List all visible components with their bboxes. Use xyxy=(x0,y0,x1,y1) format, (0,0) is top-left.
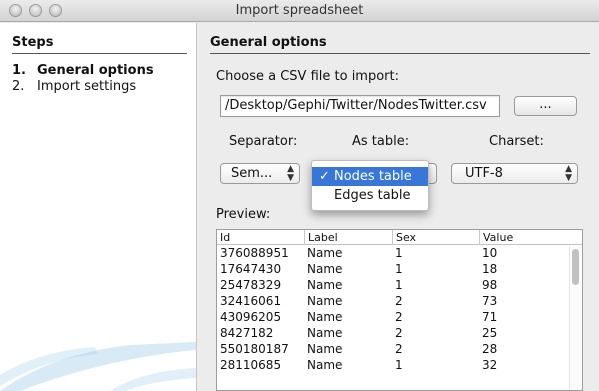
steps-heading: Steps xyxy=(12,35,54,50)
file-path-field[interactable]: /Desktop/Gephi/Twitter/NodesTwitter.csv xyxy=(220,95,500,117)
cell-sex: 2 xyxy=(395,342,403,356)
title-bar: Import spreadsheet xyxy=(0,0,599,22)
cell-label: Name xyxy=(307,262,343,276)
cell-id: 17647430 xyxy=(220,262,282,276)
column-header-label[interactable]: Label xyxy=(304,230,392,245)
cell-id: 25478329 xyxy=(220,278,282,292)
cell-value: 73 xyxy=(482,294,498,308)
scrollbar-thumb[interactable] xyxy=(572,249,579,285)
table-body: 376088951 Name 1 10 17647430 Name 1 18 2… xyxy=(217,245,582,373)
separator-value: Sem... xyxy=(231,166,273,181)
column-header-value[interactable]: Value xyxy=(479,230,571,245)
cell-value: 25 xyxy=(482,326,498,340)
general-options-divider xyxy=(210,53,590,54)
step-label: Import settings xyxy=(37,79,137,94)
cell-sex: 1 xyxy=(395,262,403,276)
column-header-sex[interactable]: Sex xyxy=(392,230,479,245)
cell-sex: 2 xyxy=(395,310,403,324)
checkmark-icon: ✓ xyxy=(319,169,330,184)
cell-sex: 1 xyxy=(395,358,403,372)
cell-label: Name xyxy=(307,326,343,340)
cell-id: 43096205 xyxy=(220,310,282,324)
menu-item-label: Nodes table xyxy=(334,169,412,184)
menu-item-label: Edges table xyxy=(334,188,411,203)
cell-label: Name xyxy=(307,310,343,324)
cell-label: Name xyxy=(307,342,343,356)
menu-item-edges-table[interactable]: Edges table xyxy=(312,186,428,205)
table-row[interactable]: 550180187 Name 2 28 xyxy=(217,341,582,357)
cell-id: 32416061 xyxy=(220,294,282,308)
cell-value: 10 xyxy=(482,246,498,260)
step-label: General options xyxy=(37,63,154,78)
cell-label: Name xyxy=(307,358,343,372)
table-row[interactable]: 28110685 Name 1 32 xyxy=(217,357,582,373)
preview-table[interactable]: Id Label Sex Value 376088951 Name 1 10 1… xyxy=(216,229,583,391)
menu-item-nodes-table[interactable]: ✓ Nodes table xyxy=(312,167,428,186)
cell-label: Name xyxy=(307,246,343,260)
table-row[interactable]: 8427182 Name 2 25 xyxy=(217,325,582,341)
cell-value: 28 xyxy=(482,342,498,356)
table-row[interactable]: 32416061 Name 2 73 xyxy=(217,293,582,309)
charset-label: Charset: xyxy=(489,134,544,149)
cell-sex: 2 xyxy=(395,294,403,308)
step-item-import-settings: 2. Import settings xyxy=(12,79,136,94)
steps-divider xyxy=(12,53,187,54)
cell-sex: 1 xyxy=(395,246,403,260)
cell-label: Name xyxy=(307,278,343,292)
table-row[interactable]: 43096205 Name 2 71 xyxy=(217,309,582,325)
as-table-dropdown-menu: ✓ Nodes table Edges table xyxy=(311,160,429,211)
column-header-id[interactable]: Id xyxy=(217,230,304,245)
preview-label: Preview: xyxy=(216,207,271,222)
vertical-scrollbar[interactable] xyxy=(569,246,581,390)
window-title: Import spreadsheet xyxy=(235,3,364,18)
cell-id: 376088951 xyxy=(220,246,289,260)
separator-label: Separator: xyxy=(229,134,298,149)
cell-value: 18 xyxy=(482,262,498,276)
general-options-heading: General options xyxy=(210,35,327,50)
wizard-decoration-graphic xyxy=(0,342,196,391)
steps-panel: Steps 1. General options 2. Import setting… xyxy=(0,23,196,391)
cell-value: 32 xyxy=(482,358,498,372)
cell-id: 550180187 xyxy=(220,342,289,356)
table-row[interactable]: 376088951 Name 1 10 xyxy=(217,245,582,261)
panel-divider xyxy=(196,23,197,391)
cell-sex: 2 xyxy=(395,326,403,340)
table-row[interactable]: 17647430 Name 1 18 xyxy=(217,261,582,277)
cell-id: 8427182 xyxy=(220,326,274,340)
table-header: Id Label Sex Value xyxy=(217,230,582,245)
select-arrows-icon: ▲ ▼ xyxy=(565,164,572,183)
step-number: 2. xyxy=(12,79,25,94)
charset-select[interactable]: UTF-8 ▲ ▼ xyxy=(451,163,578,184)
charset-value: UTF-8 xyxy=(465,166,503,181)
choose-file-label: Choose a CSV file to import: xyxy=(216,69,399,84)
separator-select[interactable]: Sem... ▲ ▼ xyxy=(220,163,300,184)
as-table-label: As table: xyxy=(352,134,410,149)
table-row[interactable]: 25478329 Name 1 98 xyxy=(217,277,582,293)
cell-value: 71 xyxy=(482,310,498,324)
step-number: 1. xyxy=(12,63,26,78)
step-item-general-options: 1. General options xyxy=(12,63,154,78)
cell-label: Name xyxy=(307,294,343,308)
select-arrows-icon: ▲ ▼ xyxy=(287,164,294,183)
cell-id: 28110685 xyxy=(220,358,282,372)
cell-sex: 1 xyxy=(395,278,403,292)
browse-button[interactable]: ... xyxy=(514,96,577,116)
cell-value: 98 xyxy=(482,278,498,292)
